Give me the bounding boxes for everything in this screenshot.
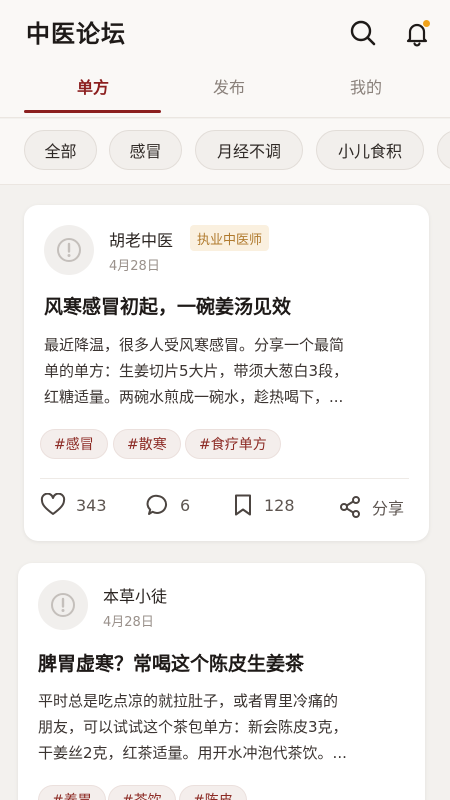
post-date: 4月28日 bbox=[109, 259, 160, 274]
app-header: 中医论坛 单方 发布 我的 bbox=[0, 0, 450, 118]
post-title[interactable]: 风寒感冒初起，一碗姜汤见效 bbox=[44, 292, 291, 319]
tab-mine[interactable]: 我的 bbox=[306, 74, 426, 98]
excerpt-line: 平时总是吃点凉的就拉肚子，或者胃里冷痛的 bbox=[38, 692, 339, 710]
search-button[interactable] bbox=[346, 16, 380, 50]
share-label: 分享 bbox=[372, 499, 405, 518]
share-icon bbox=[340, 496, 360, 518]
category-chip-more[interactable] bbox=[437, 130, 450, 170]
comment-button[interactable]: 6 bbox=[146, 493, 190, 517]
post-excerpt: 平时总是吃点凉的就拉肚子，或者胃里冷痛的 朋友，可以试试这个茶包单方：新会陈皮3… bbox=[38, 688, 348, 766]
notifications-button[interactable] bbox=[400, 16, 434, 50]
excerpt-line: 单的单方：生姜切片5大片，带须大葱白3段， bbox=[44, 362, 349, 380]
post-card[interactable]: 本草小徒 4月28日 脾胃虚寒？常喝这个陈皮生姜茶 平时总是吃点凉的就拉肚子，或… bbox=[18, 563, 425, 800]
card-divider bbox=[40, 478, 409, 479]
avatar-placeholder-icon bbox=[57, 238, 81, 262]
category-filter-bar: 全部 感冒 月经不调 小儿食积 bbox=[0, 119, 450, 185]
author-name[interactable]: 胡老中医 bbox=[109, 227, 173, 251]
post-tag[interactable]: #感冒 bbox=[40, 429, 108, 459]
excerpt-line: 红糖适量。两碗水煎成一碗水，趁热喝下，... bbox=[44, 388, 344, 406]
author-name[interactable]: 本草小徒 bbox=[103, 583, 167, 607]
app-title: 中医论坛 bbox=[26, 20, 126, 48]
post-tag[interactable]: #散寒 bbox=[113, 429, 181, 459]
post-tag[interactable]: #养胃 bbox=[38, 785, 106, 800]
avatar[interactable] bbox=[44, 225, 94, 275]
comment-count: 6 bbox=[180, 495, 191, 515]
like-count: 343 bbox=[76, 495, 107, 515]
heart-icon bbox=[40, 493, 66, 515]
category-chip-all[interactable]: 全部 bbox=[24, 130, 97, 170]
category-chip-menstrual[interactable]: 月经不调 bbox=[195, 130, 303, 170]
notification-dot bbox=[422, 19, 431, 28]
avatar-placeholder-icon bbox=[51, 593, 75, 617]
bookmark-icon bbox=[235, 494, 251, 516]
post-excerpt: 最近降温，很多人受风寒感冒。分享一个最简 单的单方：生姜切片5大片，带须大葱白3… bbox=[44, 332, 348, 410]
main-tabs: 单方 发布 我的 bbox=[0, 62, 450, 118]
bookmark-count: 128 bbox=[264, 495, 295, 515]
tab-single-recipes[interactable]: 单方 bbox=[33, 74, 153, 98]
post-card[interactable]: 胡老中医 执业中医师 4月28日 风寒感冒初起，一碗姜汤见效 最近降温，很多人受… bbox=[24, 205, 429, 541]
excerpt-line: 朋友，可以试试这个茶包单方：新会陈皮3克， bbox=[38, 718, 348, 736]
post-tag[interactable]: #茶饮 bbox=[108, 785, 176, 800]
share-button[interactable]: 分享 bbox=[338, 495, 404, 519]
comment-icon bbox=[146, 494, 167, 515]
search-icon bbox=[350, 20, 376, 46]
avatar[interactable] bbox=[38, 580, 88, 630]
tab-publish[interactable]: 发布 bbox=[169, 74, 289, 98]
active-tab-indicator bbox=[24, 110, 161, 113]
category-chip-child-indigestion[interactable]: 小儿食积 bbox=[316, 130, 424, 170]
post-tag[interactable]: #食疗单方 bbox=[185, 429, 281, 459]
like-button[interactable]: 343 bbox=[40, 493, 107, 517]
author-badge: 执业中医师 bbox=[190, 225, 270, 251]
post-title[interactable]: 脾胃虚寒？常喝这个陈皮生姜茶 bbox=[38, 649, 304, 676]
excerpt-line: 干姜丝2克，红茶适量。用开水冲泡代茶饮。... bbox=[38, 744, 347, 762]
category-chip-cold[interactable]: 感冒 bbox=[109, 130, 182, 170]
post-tag[interactable]: #陈皮 bbox=[179, 785, 247, 800]
bookmark-button[interactable]: 128 bbox=[232, 493, 295, 517]
excerpt-line: 最近降温，很多人受风寒感冒。分享一个最简 bbox=[44, 336, 345, 354]
post-date: 4月28日 bbox=[103, 615, 154, 630]
